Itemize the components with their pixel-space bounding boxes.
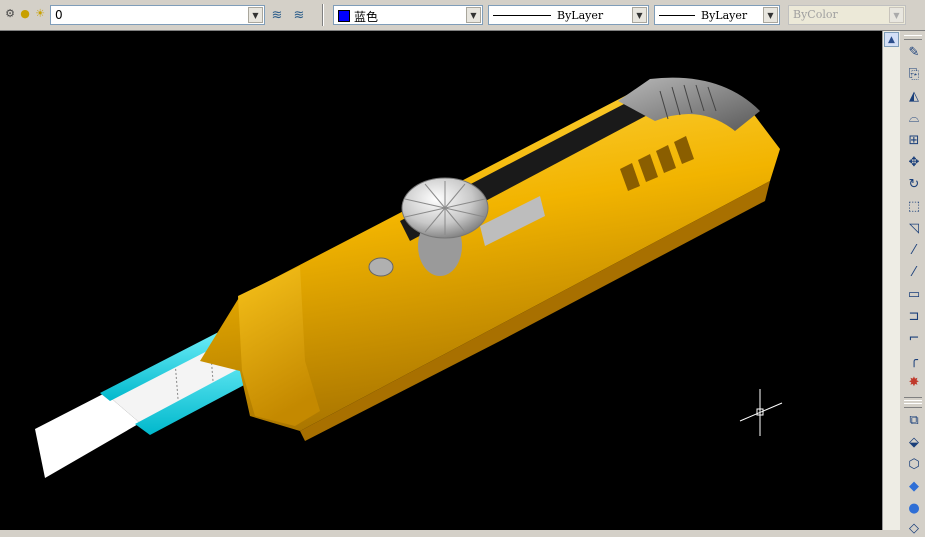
join-icon[interactable]: ⊐ [905,307,923,325]
drawing-viewport[interactable] [0,31,882,530]
crosshair-cursor [739,389,783,436]
scale-icon[interactable]: ⬚ [905,197,923,215]
explode-icon[interactable]: ✸ [905,373,923,391]
linetype-combo[interactable]: ByLayer ▼ [488,5,649,25]
array-icon[interactable]: ⊞ [905,131,923,149]
layer-previous-icon[interactable]: ≋ [290,7,308,23]
extend-icon[interactable]: ⁄ [905,263,923,281]
sun-icon[interactable]: ☀ [33,7,47,21]
lock-button [368,257,394,277]
layer-state-icon[interactable]: ⚙ [3,7,17,21]
layer-name: 0 [55,8,63,22]
layer-face-icon[interactable]: ◇ [905,519,923,537]
box-section-icon[interactable]: ⧉ [905,411,923,429]
scroll-up-icon[interactable]: ▲ [884,32,899,47]
chevron-down-icon[interactable]: ▼ [248,7,263,23]
erase-icon[interactable]: ✎ [905,43,923,61]
chevron-down-icon[interactable]: ▼ [632,7,647,23]
color-combo[interactable]: 蓝色 ▼ [333,5,483,25]
move-icon[interactable]: ✥ [905,153,923,171]
modify-toolbar: ✎ ⎘ ◭ ⌓ ⊞ ✥ ↻ ⬚ ◹ ⁄ ⁄ ▭ ⊐ ⌐ ╭ ✸ ⧉ ⬙ ⬡ ◆ … [901,31,925,536]
sphere-icon[interactable]: ● [905,499,923,517]
extrude-icon[interactable]: ⬙ [905,433,923,451]
plotstyle-combo: ByColor ▼ [788,5,906,25]
linetype-preview [493,15,551,16]
copy-icon[interactable]: ⎘ [905,65,923,83]
toolbar-separator [904,397,922,401]
utility-knife-model [35,77,783,478]
lineweight-combo[interactable]: ByLayer ▼ [654,5,780,25]
lineweight-preview [659,15,695,16]
properties-toolbar: ⚙ ● ☀ ▣ □ 0 ▼ ≋ ≋ 蓝色 ▼ ByLayer ▼ ByLayer… [0,0,925,31]
box-icon[interactable]: ⬡ [905,455,923,473]
linetype-value: ByLayer [557,9,604,22]
layer-combo[interactable]: 0 ▼ [50,5,265,25]
toolbar-grip[interactable] [904,35,922,40]
break-icon[interactable]: ▭ [905,285,923,303]
plotstyle-value: ByColor [793,8,838,21]
rotate-icon[interactable]: ↻ [905,175,923,193]
lightbulb-icon[interactable]: ● [18,7,32,21]
chamfer-icon[interactable]: ⌐ [905,329,923,347]
color-value: 蓝色 [354,10,379,24]
make-layer-current-icon[interactable]: ≋ [268,7,286,23]
chevron-down-icon[interactable]: ▼ [466,7,481,23]
lineweight-value: ByLayer [701,9,748,22]
fillet-icon[interactable]: ╭ [905,351,923,369]
vertical-scrollbar[interactable]: ▲ [882,31,900,530]
chevron-down-icon[interactable]: ▼ [763,7,778,23]
color-swatch [338,10,350,22]
trim-icon[interactable]: ⁄ [905,241,923,259]
mirror-icon[interactable]: ◭ [905,87,923,105]
offset-icon[interactable]: ⌓ [905,109,923,127]
toolbar-grip[interactable] [904,403,922,408]
stretch-icon[interactable]: ◹ [905,219,923,237]
cube-icon[interactable]: ◆ [905,477,923,495]
toolbar-separator [322,4,324,26]
chevron-down-icon: ▼ [889,7,904,23]
